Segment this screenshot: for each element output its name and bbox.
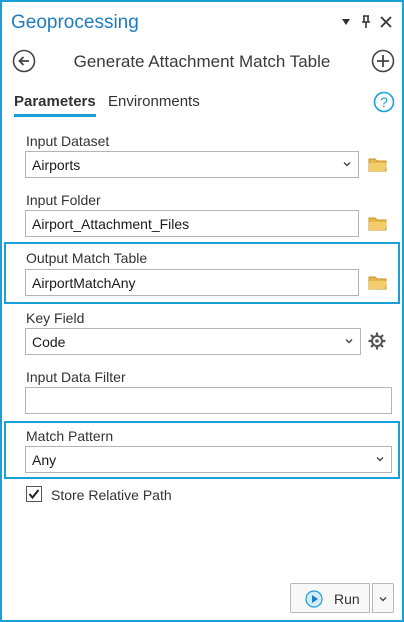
match-pattern-label: Match Pattern — [26, 428, 114, 444]
output-match-table-browse-button[interactable] — [368, 274, 388, 290]
input-data-filter-label: Input Data Filter — [26, 369, 126, 385]
input-folder-field[interactable]: Airport_Attachment_Files — [25, 210, 359, 237]
input-dataset-value: Airports — [32, 157, 81, 173]
input-dataset-label: Input Dataset — [26, 133, 110, 149]
help-button[interactable]: ? — [373, 91, 395, 113]
chevron-down-icon — [343, 162, 351, 167]
play-icon — [305, 590, 323, 608]
checkmark-icon — [28, 489, 40, 500]
input-folder-label: Input Folder — [26, 192, 101, 208]
tab-strip: Parameters Environments ? — [2, 90, 402, 118]
chevron-down-icon — [376, 457, 384, 462]
tool-header: Generate Attachment Match Table — [2, 44, 402, 80]
chevron-down-icon — [345, 339, 353, 344]
folder-icon — [368, 217, 387, 231]
input-data-filter-field[interactable] — [25, 387, 392, 414]
gear-icon — [368, 332, 386, 350]
key-field-label: Key Field — [26, 310, 85, 326]
run-label: Run — [334, 591, 360, 607]
input-dataset-browse-button[interactable] — [368, 156, 388, 172]
add-icon — [371, 49, 395, 73]
help-icon: ? — [373, 91, 395, 113]
pin-button[interactable] — [358, 13, 374, 31]
add-button[interactable] — [371, 49, 395, 73]
input-folder-browse-button[interactable] — [368, 215, 388, 231]
store-relative-path-label: Store Relative Path — [51, 487, 172, 503]
menu-arrow-icon — [342, 19, 350, 25]
input-dataset-dropdown[interactable]: Airports — [25, 151, 359, 178]
run-button[interactable]: Run — [290, 583, 370, 613]
key-field-value: Code — [32, 334, 66, 350]
tab-parameters[interactable]: Parameters — [14, 93, 96, 117]
tab-environments[interactable]: Environments — [108, 93, 200, 110]
pane-title: Geoprocessing — [11, 12, 139, 33]
geoprocessing-pane: Geoprocessing Generate Attachment Match … — [0, 0, 404, 622]
pane-options-button[interactable] — [338, 13, 354, 31]
input-folder-value: Airport_Attachment_Files — [32, 216, 190, 232]
run-options-dropdown[interactable] — [372, 583, 394, 613]
output-match-table-value: AirportMatchAny — [32, 275, 136, 291]
folder-icon — [368, 158, 387, 172]
chevron-down-icon — [379, 597, 387, 602]
match-pattern-value: Any — [32, 452, 57, 468]
svg-text:?: ? — [380, 94, 388, 110]
match-pattern-dropdown[interactable]: Any — [25, 446, 392, 473]
tool-title: Generate Attachment Match Table — [73, 52, 331, 71]
pane-titlebar: Geoprocessing — [2, 2, 402, 44]
output-match-table-label: Output Match Table — [26, 250, 148, 266]
key-field-settings-button[interactable] — [367, 331, 387, 351]
close-icon — [380, 16, 392, 28]
store-relative-path-checkbox[interactable] — [26, 486, 42, 502]
close-button[interactable] — [378, 13, 394, 31]
key-field-dropdown[interactable]: Code — [25, 328, 361, 355]
folder-icon — [368, 276, 387, 290]
pin-icon — [362, 15, 370, 28]
output-match-table-field[interactable]: AirportMatchAny — [25, 269, 359, 296]
